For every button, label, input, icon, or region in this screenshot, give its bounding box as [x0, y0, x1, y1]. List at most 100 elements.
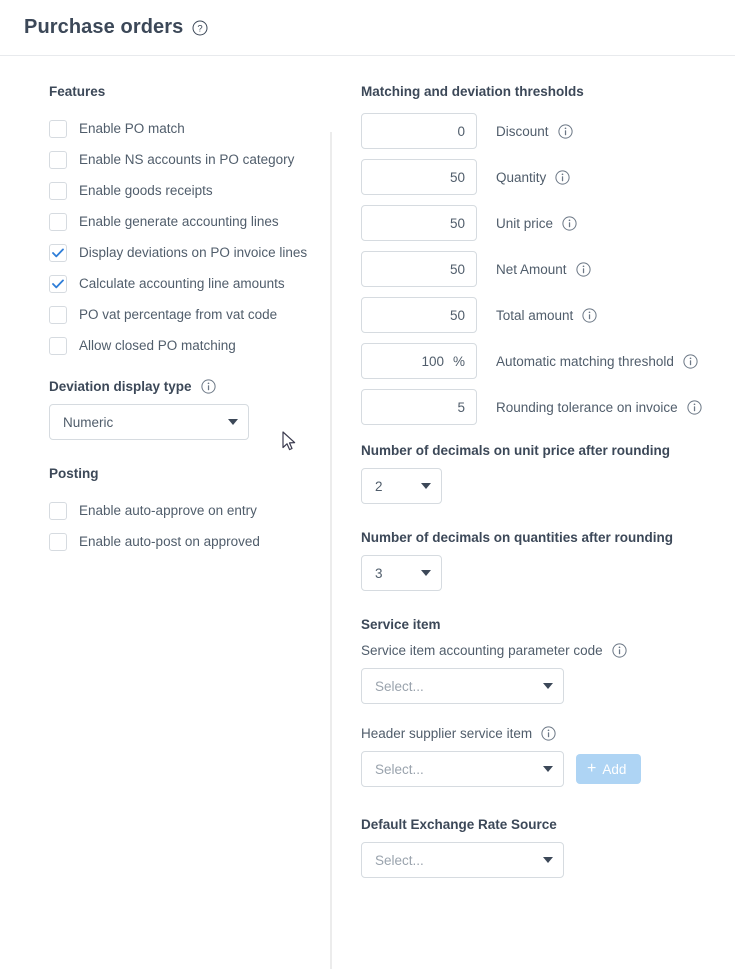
checkbox-display-deviations[interactable]: Display deviations on PO invoice lines	[49, 237, 331, 268]
check-icon	[52, 278, 64, 288]
automatic-matching-threshold-input[interactable]: 100 %	[361, 343, 477, 379]
right-column: Matching and deviation thresholds 0 Disc…	[331, 84, 702, 878]
header-supplier-service-item-select[interactable]: Select...	[361, 751, 564, 787]
threshold-label: Quantity	[496, 170, 570, 185]
header-supplier-service-item-label: Header supplier service item	[361, 726, 702, 741]
select-placeholder: Select...	[375, 852, 424, 868]
svg-text:?: ?	[198, 23, 203, 34]
unit-price-input[interactable]: 50	[361, 205, 477, 241]
threshold-label: Rounding tolerance on invoice	[496, 400, 702, 415]
check-icon	[52, 247, 64, 257]
add-button-label: Add	[602, 761, 627, 777]
settings-content: Features Enable PO match Enable NS accou…	[0, 56, 735, 969]
info-circle-icon[interactable]	[541, 726, 556, 741]
checkbox-label: Allow closed PO matching	[79, 338, 236, 353]
posting-heading: Posting	[49, 466, 99, 481]
checkbox-box	[49, 181, 67, 200]
checkbox-box	[49, 305, 67, 324]
checkbox-enable-auto-approve-on-entry[interactable]: Enable auto-approve on entry	[49, 495, 331, 526]
threshold-row-unit-price: 50 Unit price	[361, 205, 702, 241]
checkbox-box	[49, 336, 67, 355]
label-text: Unit price	[496, 215, 554, 231]
deviation-display-type-label: Deviation display type	[49, 379, 331, 394]
thresholds-heading: Matching and deviation thresholds	[361, 84, 584, 99]
threshold-row-rounding-tolerance: 5 Rounding tolerance on invoice	[361, 389, 702, 425]
select-placeholder: Select...	[375, 678, 424, 694]
decimals-unit-price-label: Number of decimals on unit price after r…	[361, 443, 671, 458]
label-text: Discount	[496, 123, 549, 139]
chevron-down-icon	[228, 419, 238, 425]
input-value: 50	[449, 169, 465, 185]
info-circle-icon[interactable]	[562, 215, 577, 231]
add-button[interactable]: + Add	[576, 754, 642, 784]
checkbox-box	[49, 501, 67, 520]
label-text: Net Amount	[496, 261, 567, 277]
input-value: 50	[449, 261, 465, 277]
info-circle-icon[interactable]	[555, 169, 570, 185]
checkbox-label: Enable generate accounting lines	[79, 214, 279, 229]
checkbox-label: Enable auto-post on approved	[79, 534, 260, 549]
chevron-down-icon	[543, 683, 553, 689]
label-text: Quantity	[496, 169, 547, 185]
label-text: Deviation display type	[49, 379, 192, 394]
checkbox-label: Enable auto-approve on entry	[79, 503, 257, 518]
decimals-quantities-select[interactable]: 3	[361, 555, 442, 591]
percent-suffix: %	[452, 353, 465, 369]
left-column: Features Enable PO match Enable NS accou…	[0, 84, 331, 878]
chevron-down-icon	[543, 857, 553, 863]
service-item-code-label: Service item accounting parameter code	[361, 643, 702, 658]
checkbox-enable-generate-accounting-lines[interactable]: Enable generate accounting lines	[49, 206, 331, 237]
default-exchange-rate-source-label: Default Exchange Rate Source	[361, 817, 557, 832]
service-item-code-select[interactable]: Select...	[361, 668, 564, 704]
checkbox-label: Enable PO match	[79, 121, 185, 136]
checkbox-allow-closed-po-matching[interactable]: Allow closed PO matching	[49, 330, 331, 361]
input-value: 50	[449, 215, 465, 231]
checkbox-enable-ns-accounts[interactable]: Enable NS accounts in PO category	[49, 144, 331, 175]
threshold-label: Automatic matching threshold	[496, 354, 698, 369]
checkbox-label: PO vat percentage from vat code	[79, 307, 278, 322]
select-placeholder: Select...	[375, 761, 424, 777]
checkbox-enable-po-match[interactable]: Enable PO match	[49, 113, 331, 144]
checkbox-enable-auto-post-on-approved[interactable]: Enable auto-post on approved	[49, 526, 331, 557]
input-value: 50	[449, 307, 465, 323]
deviation-display-type-select[interactable]: Numeric	[49, 404, 249, 440]
checkbox-label: Display deviations on PO invoice lines	[79, 245, 308, 260]
threshold-row-net-amount: 50 Net Amount	[361, 251, 702, 287]
select-value: 2	[375, 478, 383, 494]
checkbox-box	[49, 150, 67, 169]
info-circle-icon[interactable]	[683, 353, 698, 369]
net-amount-input[interactable]: 50	[361, 251, 477, 287]
info-circle-icon[interactable]	[582, 307, 597, 323]
info-circle-icon[interactable]	[200, 379, 216, 394]
checkbox-enable-goods-receipts[interactable]: Enable goods receipts	[49, 175, 331, 206]
checkbox-label: Calculate accounting line amounts	[79, 276, 285, 291]
checkbox-label: Enable NS accounts in PO category	[79, 152, 295, 167]
decimals-unit-price-select[interactable]: 2	[361, 468, 442, 504]
threshold-label: Discount	[496, 124, 573, 139]
total-amount-input[interactable]: 50	[361, 297, 477, 333]
checkbox-label: Enable goods receipts	[79, 183, 213, 198]
info-circle-icon[interactable]	[687, 399, 702, 415]
default-exchange-rate-source-select[interactable]: Select...	[361, 842, 564, 878]
label-text: Header supplier service item	[361, 726, 533, 741]
quantity-input[interactable]: 50	[361, 159, 477, 195]
page-header: Purchase orders ?	[0, 0, 735, 56]
rounding-tolerance-input[interactable]: 5	[361, 389, 477, 425]
select-value: 3	[375, 565, 383, 581]
threshold-label: Net Amount	[496, 262, 591, 277]
threshold-row-discount: 0 Discount	[361, 113, 702, 149]
input-value: 100	[421, 353, 444, 369]
info-circle-icon[interactable]	[575, 261, 591, 277]
chevron-down-icon	[543, 766, 553, 772]
question-circle-icon[interactable]: ?	[192, 20, 208, 36]
info-circle-icon[interactable]	[612, 643, 627, 658]
checkbox-box	[49, 212, 67, 231]
threshold-row-automatic-matching: 100 % Automatic matching threshold	[361, 343, 702, 379]
checkbox-po-vat-percentage[interactable]: PO vat percentage from vat code	[49, 299, 331, 330]
discount-input[interactable]: 0	[361, 113, 477, 149]
input-value: 5	[457, 399, 465, 415]
info-circle-icon[interactable]	[557, 123, 573, 139]
checkbox-box	[49, 274, 67, 293]
checkbox-box	[49, 119, 67, 138]
checkbox-calculate-accounting-line-amounts[interactable]: Calculate accounting line amounts	[49, 268, 331, 299]
